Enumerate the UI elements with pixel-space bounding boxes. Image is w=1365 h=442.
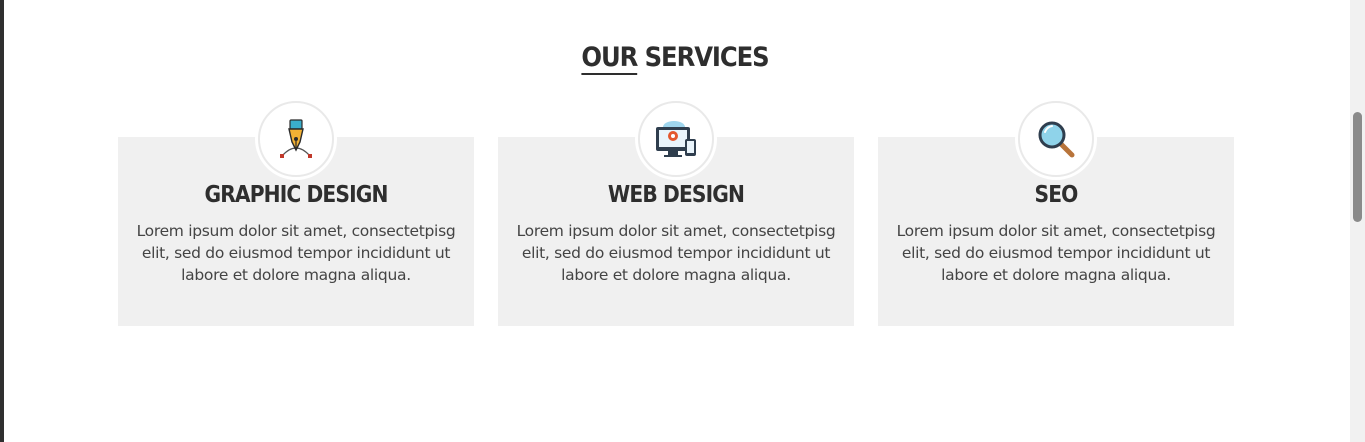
service-description: Lorem ipsum dolor sit amet, consectetpis…	[136, 222, 456, 284]
section-title-accent: OUR	[581, 42, 638, 75]
service-icon-badge	[1018, 101, 1094, 177]
monitor-devices-icon	[656, 121, 696, 157]
service-description: Lorem ipsum dolor sit amet, consectetpis…	[896, 222, 1216, 284]
service-icon-badge	[638, 101, 714, 177]
services-list: GRAPHIC DESIGN Lorem ipsum dolor sit ame…	[118, 101, 1234, 326]
service-icon-badge	[258, 101, 334, 177]
service-card-seo: SEO Lorem ipsum dolor sit amet, consecte…	[878, 101, 1234, 326]
section-title: OUR SERVICES	[68, 42, 1283, 75]
service-title: WEB DESIGN	[607, 182, 745, 208]
scrollbar-thumb[interactable]	[1353, 112, 1362, 222]
vertical-scrollbar[interactable]	[1350, 0, 1365, 442]
pen-tool-icon	[280, 119, 312, 158]
section-title-rest: SERVICES	[637, 42, 770, 73]
magnifier-icon	[1038, 121, 1075, 158]
page-left-border	[0, 0, 4, 442]
service-title: SEO	[1034, 182, 1079, 208]
service-card-web-design: WEB DESIGN Lorem ipsum dolor sit amet, c…	[498, 101, 854, 326]
service-title: GRAPHIC DESIGN	[204, 182, 388, 208]
service-description: Lorem ipsum dolor sit amet, consectetpis…	[516, 222, 836, 284]
service-card-graphic-design: GRAPHIC DESIGN Lorem ipsum dolor sit ame…	[118, 101, 474, 326]
